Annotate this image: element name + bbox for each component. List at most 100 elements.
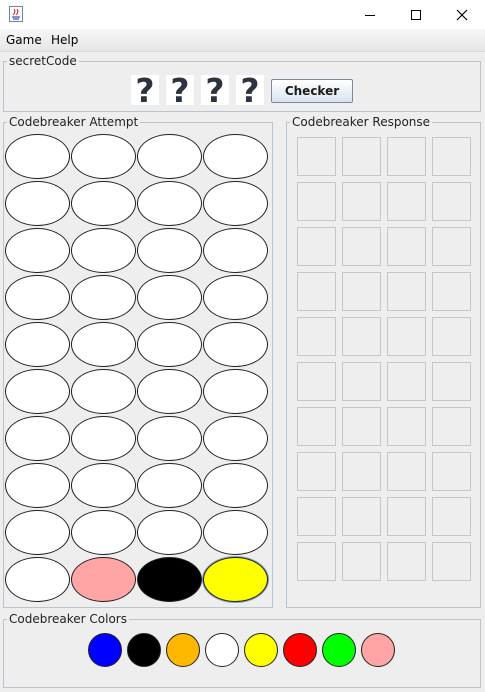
secret-slot-4: ? <box>236 74 264 107</box>
response-cell <box>432 407 471 446</box>
response-cell <box>297 137 336 176</box>
attempt-peg[interactable] <box>5 510 70 555</box>
color-swatch[interactable] <box>244 633 278 667</box>
response-cell <box>342 137 381 176</box>
response-cell <box>297 227 336 266</box>
response-cell <box>387 452 426 491</box>
response-cell <box>387 497 426 536</box>
attempt-peg[interactable] <box>5 181 70 226</box>
attempt-peg[interactable] <box>71 369 136 414</box>
attempt-peg[interactable] <box>5 134 70 179</box>
maximize-button[interactable] <box>393 0 439 29</box>
response-cell <box>432 362 471 401</box>
attempt-peg[interactable] <box>137 463 202 508</box>
attempt-peg[interactable] <box>5 322 70 367</box>
attempt-peg[interactable] <box>137 510 202 555</box>
attempt-peg[interactable] <box>5 557 70 602</box>
attempt-peg[interactable] <box>5 369 70 414</box>
response-cell <box>297 452 336 491</box>
response-cell <box>297 272 336 311</box>
color-swatch[interactable] <box>127 633 161 667</box>
attempt-peg[interactable] <box>137 228 202 273</box>
maximize-icon <box>411 9 421 20</box>
menu-bar: Game Help <box>0 29 485 52</box>
attempt-peg[interactable] <box>71 322 136 367</box>
attempt-peg[interactable] <box>137 557 202 602</box>
color-swatch[interactable] <box>283 633 317 667</box>
response-cell <box>387 542 426 581</box>
attempt-peg[interactable] <box>203 510 268 555</box>
response-cell <box>342 182 381 221</box>
response-cell <box>432 272 471 311</box>
attempt-peg[interactable] <box>203 369 268 414</box>
menu-game[interactable]: Game <box>6 33 42 47</box>
response-cell <box>432 182 471 221</box>
attempt-peg[interactable] <box>203 416 268 461</box>
secret-slot-1: ? <box>131 74 159 107</box>
response-cell <box>432 317 471 356</box>
response-title: Codebreaker Response <box>292 115 431 129</box>
attempt-peg[interactable] <box>71 275 136 320</box>
response-cell <box>342 452 381 491</box>
response-cell <box>342 497 381 536</box>
attempt-peg[interactable] <box>71 134 136 179</box>
response-cell <box>387 362 426 401</box>
secret-slot-3: ? <box>201 74 229 107</box>
response-cell <box>297 362 336 401</box>
response-cell <box>432 497 471 536</box>
color-swatch[interactable] <box>322 633 356 667</box>
attempt-peg[interactable] <box>137 275 202 320</box>
color-swatch[interactable] <box>361 633 395 667</box>
response-cell <box>297 407 336 446</box>
attempt-peg[interactable] <box>71 181 136 226</box>
response-cell <box>387 137 426 176</box>
close-button[interactable] <box>439 0 485 29</box>
attempt-peg[interactable] <box>137 322 202 367</box>
response-cell <box>432 452 471 491</box>
attempt-peg[interactable] <box>5 275 70 320</box>
minimize-button[interactable] <box>347 0 393 29</box>
attempt-peg[interactable] <box>203 322 268 367</box>
secret-slot-2: ? <box>166 74 194 107</box>
attempt-peg[interactable] <box>5 228 70 273</box>
response-cell <box>432 227 471 266</box>
response-cell <box>342 317 381 356</box>
response-cell <box>297 182 336 221</box>
minimize-icon <box>365 14 375 16</box>
response-cell <box>297 497 336 536</box>
attempt-peg[interactable] <box>203 134 268 179</box>
attempt-peg[interactable] <box>71 416 136 461</box>
attempt-peg[interactable] <box>5 463 70 508</box>
response-cell <box>342 227 381 266</box>
color-swatch[interactable] <box>88 633 122 667</box>
attempt-peg[interactable] <box>71 557 136 602</box>
checker-button[interactable]: Checker <box>271 79 353 103</box>
attempt-peg[interactable] <box>203 181 268 226</box>
response-cell <box>387 272 426 311</box>
attempt-peg[interactable] <box>203 463 268 508</box>
response-cell <box>297 542 336 581</box>
response-cell <box>387 227 426 266</box>
attempt-peg[interactable] <box>5 416 70 461</box>
menu-help[interactable]: Help <box>51 33 78 47</box>
attempt-peg[interactable] <box>203 275 268 320</box>
attempt-peg[interactable] <box>137 181 202 226</box>
color-swatch[interactable] <box>166 633 200 667</box>
response-cell <box>387 407 426 446</box>
attempt-peg[interactable] <box>71 463 136 508</box>
attempt-peg[interactable] <box>71 510 136 555</box>
attempt-peg[interactable] <box>71 228 136 273</box>
response-cell <box>342 272 381 311</box>
attempt-peg[interactable] <box>203 557 268 602</box>
secret-code-title: secretCode <box>9 54 77 68</box>
color-swatch[interactable] <box>205 633 239 667</box>
attempt-peg[interactable] <box>203 228 268 273</box>
response-cell <box>297 317 336 356</box>
attempt-peg[interactable] <box>137 416 202 461</box>
response-cell <box>342 362 381 401</box>
response-cell <box>342 407 381 446</box>
attempt-peg[interactable] <box>137 369 202 414</box>
attempt-peg[interactable] <box>137 134 202 179</box>
java-app-icon <box>9 6 23 22</box>
response-cell <box>432 137 471 176</box>
